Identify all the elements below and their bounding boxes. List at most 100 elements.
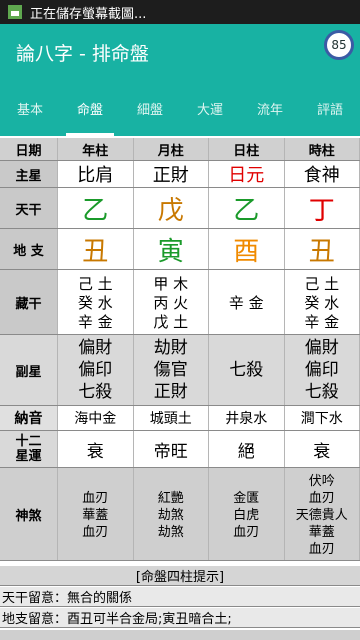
column-header: 月柱 — [133, 138, 209, 160]
score-badge[interactable]: 85 — [324, 30, 354, 60]
hidden-stem: 甲 木 — [153, 274, 189, 293]
tab-chart[interactable]: 命盤 — [60, 80, 120, 136]
tab-major-luck[interactable]: 大運 — [180, 80, 240, 136]
earthly-branch-row: 地 支 丑 寅 酉 丑 — [0, 229, 360, 270]
row-label: 納音 — [0, 406, 58, 430]
shensha-item[interactable]: 血刃 — [82, 490, 108, 507]
shensha-item[interactable]: 血刃 — [82, 524, 108, 541]
nayin-cell: 澗下水 — [285, 406, 360, 430]
hidden-stem: 丙 火 — [153, 293, 189, 312]
shensha-item[interactable]: 紅艷 — [158, 490, 184, 507]
nayin-cell: 城頭土 — [134, 406, 209, 430]
branch-cell[interactable]: 丑 — [58, 229, 134, 269]
row-label: 神煞 — [0, 468, 58, 560]
branch-note: 地支留意：酉丑可半合金局;寅丑暗合土; — [0, 608, 360, 628]
hidden-stems-cell: 甲 木 丙 火 戊 土 — [134, 270, 209, 334]
shensha-item[interactable]: 白虎 — [233, 507, 259, 524]
shensha-item[interactable]: 華蓋 — [309, 524, 335, 541]
row-label-line: 星運 — [15, 449, 42, 464]
hidden-stem: 辛 金 — [228, 293, 264, 312]
shensha-item[interactable]: 血刃 — [233, 524, 259, 541]
secondary-star: 傷官 — [153, 360, 188, 380]
hidden-stems-cell: 己 土 癸 水 辛 金 — [58, 270, 134, 334]
branch-cell[interactable]: 寅 — [134, 229, 209, 269]
secondary-star: 偏財 — [304, 338, 339, 358]
secondary-star: 七殺 — [229, 360, 264, 380]
shensha-cell: 血刃 華蓋 血刃 — [58, 468, 134, 560]
hidden-stem: 癸 水 — [304, 293, 340, 312]
heavenly-stem-row: 天干 乙 戊 乙 丁 — [0, 188, 360, 229]
branch-cell[interactable]: 酉 — [209, 229, 285, 269]
shensha-cell: 金匱 白虎 血刃 — [209, 468, 285, 560]
stage-cell: 衰 — [58, 431, 134, 467]
bazi-chart-table: 日期 年柱 月柱 日柱 時柱 主星 比肩 正財 日元 食神 天干 乙 戊 乙 丁… — [0, 138, 360, 561]
app-bar: 論八字 - 排命盤 85 — [0, 24, 360, 80]
secondary-star-row: 副星 偏財 偏印 七殺 劫財 傷官 正財 七殺 偏財 偏印 七殺 — [0, 335, 360, 406]
bottom-strip — [0, 630, 360, 640]
status-bar: 正在儲存螢幕截圖... — [0, 0, 360, 24]
shensha-item[interactable]: 血刃 — [309, 541, 335, 558]
hidden-stems-cell: 己 土 癸 水 辛 金 — [285, 270, 360, 334]
secondary-star: 七殺 — [78, 382, 113, 402]
secondary-star: 七殺 — [304, 382, 339, 402]
stage-cell: 衰 — [285, 431, 360, 467]
twelve-stages-row: 十二 星運 衰 帝旺 絕 衰 — [0, 431, 360, 468]
secondary-star-cell: 七殺 — [209, 335, 285, 405]
branch-cell[interactable]: 丑 — [285, 229, 360, 269]
hidden-stem: 辛 金 — [77, 312, 113, 331]
hidden-stem: 己 土 — [304, 274, 340, 293]
secondary-star-cell: 偏財 偏印 七殺 — [58, 335, 134, 405]
shensha-item[interactable]: 伏吟 — [309, 473, 335, 490]
tab-bar: 基本 命盤 細盤 大運 流年 評語 — [0, 80, 360, 136]
column-header: 日柱 — [209, 138, 285, 160]
shensha-item[interactable]: 劫煞 — [158, 507, 184, 524]
tab-annual[interactable]: 流年 — [240, 80, 300, 136]
shensha-item[interactable]: 天德貴人 — [296, 507, 348, 524]
shensha-item[interactable]: 劫煞 — [158, 524, 184, 541]
tab-comments[interactable]: 評語 — [300, 80, 360, 136]
stem-cell[interactable]: 戊 — [134, 188, 209, 228]
stem-cell[interactable]: 乙 — [58, 188, 134, 228]
secondary-star-cell: 劫財 傷官 正財 — [133, 335, 209, 405]
hidden-stem: 戊 土 — [153, 312, 189, 331]
row-label: 天干 — [0, 188, 58, 228]
row-label: 十二 星運 — [0, 431, 58, 467]
status-text: 正在儲存螢幕截圖... — [30, 6, 147, 22]
nayin-cell: 井泉水 — [209, 406, 285, 430]
shensha-item[interactable]: 華蓋 — [82, 507, 108, 524]
stage-cell: 帝旺 — [134, 431, 209, 467]
shensha-cell: 紅艷 劫煞 劫煞 — [133, 468, 209, 560]
nayin-cell: 海中金 — [58, 406, 134, 430]
row-label: 地 支 — [0, 229, 58, 269]
secondary-star: 偏印 — [78, 360, 113, 380]
secondary-star-cell: 偏財 偏印 七殺 — [284, 335, 360, 405]
secondary-star: 正財 — [153, 382, 188, 402]
row-label: 日期 — [0, 138, 58, 160]
tab-detail[interactable]: 細盤 — [120, 80, 180, 136]
main-star-cell: 比肩 — [58, 161, 134, 187]
shensha-item[interactable]: 血刃 — [309, 490, 335, 507]
nayin-row: 納音 海中金 城頭土 井泉水 澗下水 — [0, 406, 360, 431]
chart-hint-header: [命盤四柱提示] — [0, 566, 360, 586]
tab-basic[interactable]: 基本 — [0, 80, 60, 136]
column-header: 時柱 — [284, 138, 360, 160]
stem-cell[interactable]: 丁 — [285, 188, 360, 228]
main-star-cell: 食神 — [285, 161, 360, 187]
main-star-cell: 正財 — [134, 161, 209, 187]
row-label: 副星 — [0, 335, 58, 405]
secondary-star: 偏印 — [304, 360, 339, 380]
main-star-row: 主星 比肩 正財 日元 食神 — [0, 161, 360, 188]
stem-cell[interactable]: 乙 — [209, 188, 285, 228]
shensha-cell: 伏吟 血刃 天德貴人 華蓋 血刃 — [284, 468, 360, 560]
hidden-stem: 己 土 — [77, 274, 113, 293]
column-header: 年柱 — [58, 138, 134, 160]
row-label-line: 十二 — [15, 434, 42, 449]
header-row: 日期 年柱 月柱 日柱 時柱 — [0, 138, 360, 161]
shensha-row: 神煞 血刃 華蓋 血刃 紅艷 劫煞 劫煞 金匱 白虎 血刃 伏吟 血刃 天德貴人… — [0, 468, 360, 561]
hidden-stems-cell: 辛 金 — [209, 270, 285, 334]
shensha-item[interactable]: 金匱 — [233, 490, 259, 507]
app-title: 論八字 - 排命盤 — [16, 42, 149, 65]
hidden-stems-row: 藏干 己 土 癸 水 辛 金 甲 木 丙 火 戊 土 辛 金 己 土 癸 水 辛… — [0, 270, 360, 335]
hidden-stem: 辛 金 — [304, 312, 340, 331]
hidden-stem: 癸 水 — [77, 293, 113, 312]
